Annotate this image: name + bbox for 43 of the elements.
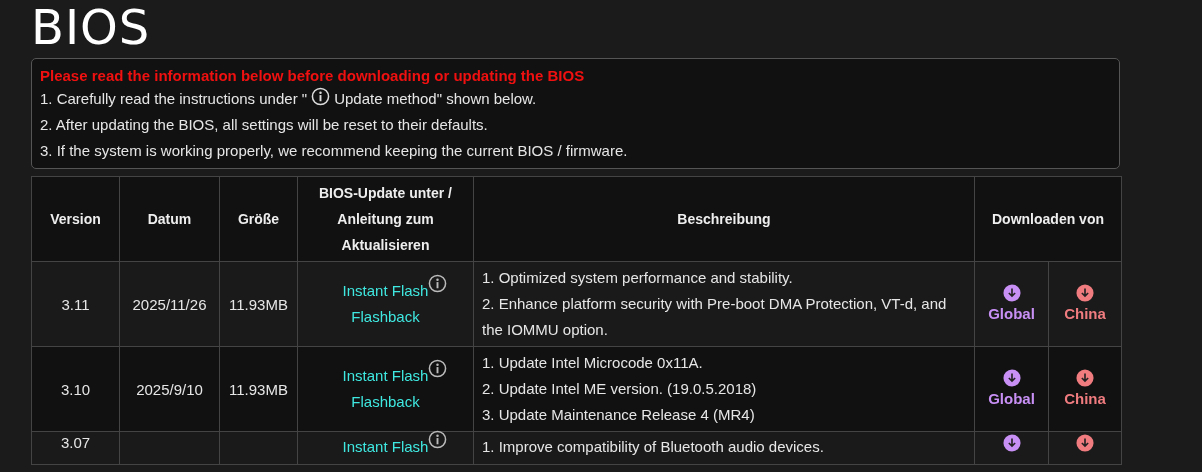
description-text: 3. Update Maintenance Release 4 (MR4) bbox=[482, 405, 756, 425]
info-icon[interactable] bbox=[428, 274, 448, 293]
info-icon[interactable] bbox=[428, 430, 448, 449]
notice-text: Update method" shown below. bbox=[334, 89, 537, 109]
column-header: Beschreibung bbox=[473, 176, 975, 262]
method-link[interactable]: Flashback bbox=[351, 389, 420, 415]
method-link[interactable]: Flashback bbox=[351, 304, 420, 330]
download-link[interactable]: Global bbox=[988, 304, 1035, 324]
download-icon[interactable] bbox=[1076, 369, 1094, 387]
warning-heading: Please read the information below before downloading or updating the BIOS bbox=[40, 66, 586, 86]
description-text: 1. Optimized system performance and stability. bbox=[482, 268, 794, 288]
page-title: BIOS bbox=[31, 0, 152, 54]
notice-text: 3. If the system is working properly, we recommend keeping the current BIOS / firmware. bbox=[40, 141, 628, 161]
download-icon[interactable] bbox=[1076, 284, 1094, 302]
column-header: BIOS-Update unter / Anleitung zum Aktualisieren bbox=[297, 176, 474, 262]
download-link[interactable]: China bbox=[1064, 389, 1106, 409]
description-text: 2. Enhance platform security with Pre-boot DMA Protection, VT-d, and the IOMMU option. bbox=[482, 294, 948, 340]
description-text: 2. Update Intel ME version. (19.0.5.2018) bbox=[482, 379, 758, 399]
version-cell: 3.07 bbox=[31, 431, 120, 465]
size-cell: 11.93MB bbox=[219, 346, 298, 432]
size-cell: 11.93MB bbox=[219, 261, 298, 347]
version-cell: 3.11 bbox=[31, 261, 120, 347]
download-icon[interactable] bbox=[1002, 434, 1021, 452]
info-icon[interactable] bbox=[428, 359, 448, 378]
description-text: 1. Update Intel Microcode 0x11A. bbox=[482, 353, 704, 373]
download-icon[interactable] bbox=[1002, 284, 1021, 302]
download-icon[interactable] bbox=[1002, 369, 1021, 387]
info-icon bbox=[311, 86, 331, 106]
method-link[interactable]: Instant Flash bbox=[342, 278, 429, 304]
notice-text: 1. Carefully read the instructions under " bbox=[40, 89, 308, 109]
method-link[interactable]: Instant Flash bbox=[342, 363, 429, 389]
column-header: Größe bbox=[219, 176, 298, 262]
version-cell: 3.10 bbox=[31, 346, 120, 432]
column-header: Version bbox=[31, 176, 120, 262]
notice-text: 2. After updating the BIOS, all settings will be reset to their defaults. bbox=[40, 115, 488, 135]
description-text: 1. Improve compatibility of Bluetooth audio devices. bbox=[482, 437, 825, 457]
download-icon[interactable] bbox=[1076, 434, 1094, 452]
column-header: Downloaden von bbox=[974, 176, 1122, 262]
date-cell: 2025/9/10 bbox=[119, 346, 220, 432]
download-link[interactable]: Global bbox=[988, 389, 1035, 409]
date-cell: 2025/11/26 bbox=[119, 261, 220, 347]
column-header: Datum bbox=[119, 176, 220, 262]
download-link[interactable]: China bbox=[1064, 304, 1106, 324]
